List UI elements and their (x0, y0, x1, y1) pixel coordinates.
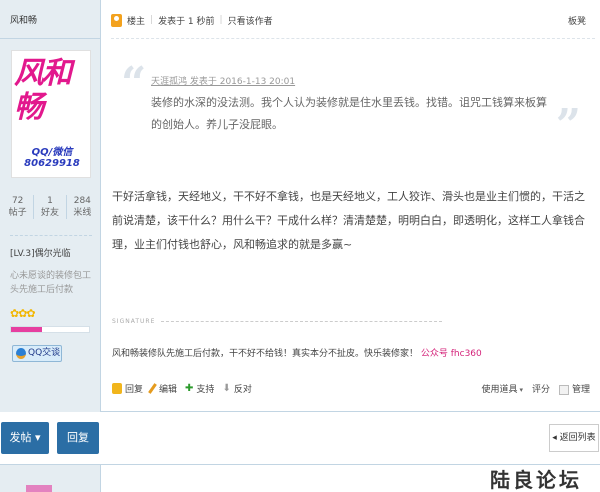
stat-label: 米线 (73, 208, 92, 218)
floor-number[interactable]: 板凳 (568, 14, 586, 27)
post-main: 楼主 | 发表于 1 秒前 | 只看该作者 板凳 “ 天涯孤鸿 发表于 2016… (101, 0, 600, 412)
stat-points[interactable]: 284 米线 (67, 195, 98, 219)
reply-button[interactable]: 回复 (57, 422, 99, 454)
post-floor: 风和畅 风和畅 QQ/微信80629918 72 帖子 1 好友 284 米线 … (0, 0, 600, 412)
chevron-down-icon: ▾ (519, 386, 523, 394)
signature: 风和畅装修队先施工后付款，干不好不给钱！真实本分不扯皮。快乐装修家！ 公众号 f… (112, 346, 482, 359)
qq-chat-label: QQ交谈 (28, 348, 61, 358)
quote-open-icon: “ (121, 58, 147, 109)
oppose-action[interactable]: ⬇ 反对 (222, 382, 251, 395)
new-post-button[interactable]: 发帖 ▾ (1, 422, 49, 454)
avatar-contact-text: QQ/微信80629918 (24, 147, 80, 169)
divider (111, 38, 595, 39)
qq-chat-button[interactable]: QQ交谈 (12, 345, 62, 362)
author-role: 楼主 (127, 16, 146, 27)
level-progress-fill (11, 327, 43, 332)
oppose-action-label: 反对 (233, 385, 252, 395)
reply-action-label: 回复 (125, 385, 144, 395)
signature-label: SIGNATURE (112, 318, 442, 325)
quote-close-icon: ” (555, 100, 581, 151)
back-to-list-button[interactable]: ◂ 返回列表 (549, 424, 599, 452)
avatar[interactable]: 风和畅 QQ/微信80629918 (11, 50, 91, 178)
meta-separator: | (150, 15, 154, 25)
rate-action[interactable]: 评分 (532, 382, 550, 395)
stat-value: 72 (11, 196, 24, 206)
user-sidebar: 风和畅 风和畅 QQ/微信80629918 72 帖子 1 好友 284 米线 … (0, 0, 101, 412)
user-sidebar (0, 465, 101, 492)
avatar-calligraphy: 风和畅 (14, 56, 72, 125)
level-progress-bar (10, 326, 90, 333)
post-actions: 回复 编辑 ✚ 支持 ⬇ 反对 (112, 382, 260, 395)
signature-divider: SIGNATURE (112, 318, 442, 325)
reply-action[interactable]: 回复 (112, 382, 143, 395)
stat-label: 帖子 (8, 208, 27, 218)
divider (0, 38, 100, 39)
user-short-signature: 心未愿谈的装修包工头先施工后付款 (10, 271, 92, 295)
stat-posts[interactable]: 72 帖子 (2, 195, 35, 219)
stat-value: 284 (73, 196, 91, 206)
thumb-up-icon: ✚ (185, 383, 194, 394)
edit-action-label: 编辑 (159, 385, 178, 395)
bottom-toolbar: 发帖 ▾ 回复 ◂ 返回列表 (0, 422, 600, 456)
support-action[interactable]: ✚ 支持 (185, 382, 214, 395)
user-level[interactable]: [LV.3]偶尔光临 (10, 246, 71, 259)
post-content: 干好活拿钱，天经地义，干不好不拿钱，也是天经地义，工人狡诈、滑头也是业主们惯的，… (112, 190, 585, 251)
manage-action[interactable]: 管理 (558, 382, 590, 395)
quote-source-link[interactable]: 天涯孤鸿 发表于 2016-1-13 20:01 (151, 74, 295, 87)
post-tools: 使用道具 ▾ 评分 管理 (472, 382, 590, 395)
stat-label: 好友 (40, 208, 59, 218)
quote-block: “ 天涯孤鸿 发表于 2016-1-13 20:01 装修的水深的没法测。我个人… (121, 62, 581, 148)
signature-text: 风和畅装修队先施工后付款，干不好不给钱！真实本分不扯皮。快乐装修家！ (112, 349, 419, 359)
support-action-label: 支持 (196, 385, 215, 395)
pencil-icon (148, 383, 157, 394)
manage-label: 管理 (571, 385, 590, 395)
author-only-link[interactable]: 只看该作者 (228, 14, 273, 27)
author-icon (111, 13, 122, 27)
rank-stars: ✿✿✿ (10, 307, 36, 320)
reply-icon (112, 383, 122, 394)
thumb-down-icon: ⬇ (222, 383, 231, 394)
stat-value: 1 (47, 196, 53, 206)
use-tools-label: 使用道具 (481, 385, 518, 395)
use-tools-menu[interactable]: 使用道具 ▾ (481, 382, 523, 395)
stat-friends[interactable]: 1 好友 (34, 195, 67, 219)
signature-highlight: 公众号 fhc360 (420, 349, 482, 359)
checkbox-icon[interactable] (558, 384, 569, 395)
qq-icon (16, 348, 26, 359)
meta-separator: | (219, 15, 223, 25)
edit-action[interactable]: 编辑 (148, 382, 178, 395)
user-stats: 72 帖子 1 好友 284 米线 (2, 195, 98, 219)
avatar (26, 485, 52, 492)
username-link[interactable]: 风和畅 (10, 13, 37, 26)
site-watermark: 陆良论坛 (490, 468, 582, 492)
quote-text: 装修的水深的没法测。我个人认为装修就是住水里丢钱。找错。诅咒工钱算来板算的创始人… (151, 96, 547, 131)
divider (10, 235, 92, 236)
post-time: 发表于 1 秒前 (158, 16, 215, 27)
post-meta: 楼主 | 发表于 1 秒前 | 只看该作者 (111, 12, 273, 28)
